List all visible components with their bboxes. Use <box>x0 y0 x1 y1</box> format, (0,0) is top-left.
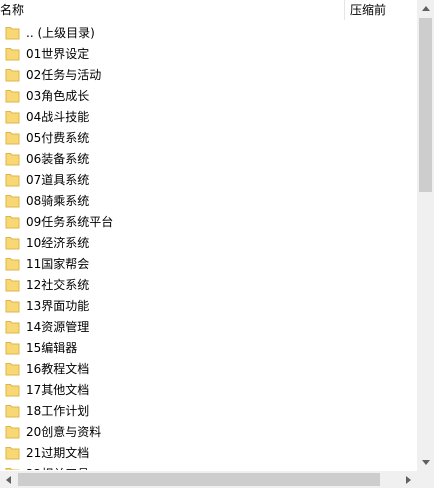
list-item-label: 14资源管理 <box>26 319 90 334</box>
scrollbar-corner <box>417 471 434 488</box>
list-item[interactable]: 15编辑器 <box>0 337 417 358</box>
folder-icon <box>5 110 20 124</box>
list-item-label: 07道具系统 <box>26 172 90 187</box>
folder-icon <box>5 467 20 470</box>
list-item-label: 22相关工具 <box>26 466 89 471</box>
list-item-label: 04战斗技能 <box>26 109 90 124</box>
column-header-compressed[interactable]: 压缩前 <box>350 2 386 18</box>
file-list: .. (上级目录) 01世界设定 02任务与活动 03角色成长 04战斗技能 05付费系统… <box>0 22 417 470</box>
folder-icon <box>5 131 20 145</box>
list-item-label: 20创意与资料 <box>26 424 102 439</box>
folder-icon <box>5 341 20 355</box>
folder-icon <box>5 47 20 61</box>
list-item-label: 15编辑器 <box>26 340 78 355</box>
folder-icon <box>5 194 20 208</box>
list-item[interactable]: 22相关工具 <box>0 463 417 470</box>
list-item[interactable]: 20创意与资料 <box>0 421 417 442</box>
list-item[interactable]: 16教程文档 <box>0 358 417 379</box>
list-item-label: 17其他文档 <box>26 382 90 397</box>
list-item[interactable]: 01世界设定 <box>0 43 417 64</box>
list-item[interactable]: 11国家帮会 <box>0 253 417 274</box>
list-item-label: 03角色成长 <box>26 88 90 103</box>
list-item-label: 13界面功能 <box>26 298 90 313</box>
folder-icon <box>5 446 20 460</box>
list-item[interactable]: 02任务与活动 <box>0 64 417 85</box>
list-item-label: 09任务系统平台 <box>26 214 114 229</box>
list-item-label: 21过期文档 <box>26 445 90 460</box>
list-item-label: 08骑乘系统 <box>26 193 90 208</box>
list-item-label: .. (上级目录) <box>26 25 95 40</box>
list-item-label: 12社交系统 <box>26 277 90 292</box>
folder-icon <box>5 236 20 250</box>
folder-icon <box>5 278 20 292</box>
list-item[interactable]: 03角色成长 <box>0 85 417 106</box>
vertical-scrollbar-thumb[interactable] <box>419 18 432 192</box>
list-item-label: 01世界设定 <box>26 46 90 61</box>
horizontal-scrollbar[interactable] <box>0 471 417 488</box>
list-item-label: 10经济系统 <box>26 235 90 250</box>
arrow-up-icon[interactable] <box>417 0 434 17</box>
list-item-label: 16教程文档 <box>26 361 90 376</box>
list-item-label: 18工作计划 <box>26 403 90 418</box>
list-item-label: 05付费系统 <box>26 130 90 145</box>
horizontal-scrollbar-thumb[interactable] <box>18 473 380 486</box>
list-item[interactable]: 12社交系统 <box>0 274 417 295</box>
list-item[interactable]: 06装备系统 <box>0 148 417 169</box>
list-item[interactable]: 08骑乘系统 <box>0 190 417 211</box>
folder-icon <box>5 68 20 82</box>
list-item[interactable]: 17其他文档 <box>0 379 417 400</box>
list-item[interactable]: 05付费系统 <box>0 127 417 148</box>
list-item[interactable]: .. (上级目录) <box>0 22 417 43</box>
list-item[interactable]: 13界面功能 <box>0 295 417 316</box>
list-item-label: 11国家帮会 <box>26 256 90 271</box>
folder-icon <box>5 257 20 271</box>
list-item[interactable]: 14资源管理 <box>0 316 417 337</box>
column-header-name[interactable]: 名称 <box>0 2 24 18</box>
list-item-label: 06装备系统 <box>26 151 90 166</box>
list-item[interactable]: 21过期文档 <box>0 442 417 463</box>
arrow-down-icon[interactable] <box>417 454 434 471</box>
folder-icon <box>5 152 20 166</box>
list-item[interactable]: 07道具系统 <box>0 169 417 190</box>
column-divider[interactable] <box>344 0 345 20</box>
list-item[interactable]: 09任务系统平台 <box>0 211 417 232</box>
list-item[interactable]: 10经济系统 <box>0 232 417 253</box>
folder-icon <box>5 173 20 187</box>
list-item[interactable]: 18工作计划 <box>0 400 417 421</box>
arrow-right-icon[interactable] <box>400 471 417 488</box>
folder-icon <box>5 26 20 40</box>
folder-icon <box>5 404 20 418</box>
folder-icon <box>5 425 20 439</box>
folder-icon <box>5 215 20 229</box>
folder-icon <box>5 320 20 334</box>
folder-icon <box>5 89 20 103</box>
folder-icon <box>5 362 20 376</box>
list-item[interactable]: 04战斗技能 <box>0 106 417 127</box>
arrow-left-icon[interactable] <box>0 471 17 488</box>
list-item-label: 02任务与活动 <box>26 67 102 82</box>
folder-icon <box>5 299 20 313</box>
vertical-scrollbar[interactable] <box>417 0 434 471</box>
folder-icon <box>5 383 20 397</box>
column-header: 名称 压缩前 <box>0 0 417 20</box>
file-list-window: 名称 压缩前 .. (上级目录) 01世界设定 02任务与活动 03角色成长 04战斗技… <box>0 0 434 488</box>
